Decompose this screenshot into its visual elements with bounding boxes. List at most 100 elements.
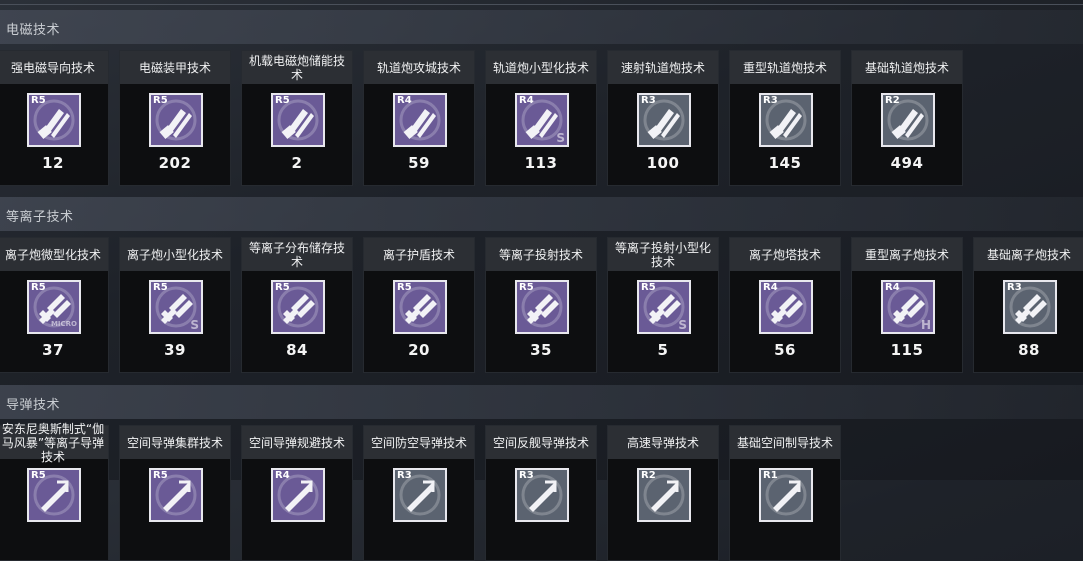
owned-count: 494 (890, 154, 924, 172)
size-class-badge: S (556, 131, 565, 145)
missile-icon: R3 (515, 468, 569, 522)
missile-icon: R3 (393, 468, 447, 522)
railgun-icon: R3 (759, 93, 813, 147)
plasma-cannon-icon: R5 (393, 280, 447, 334)
missile-icon: R2 (637, 468, 691, 522)
rarity-rank: R5 (519, 282, 534, 293)
rarity-rank: R4 (763, 282, 778, 293)
section-title: 电磁技术 (6, 23, 61, 38)
missile-icon: R5 (27, 468, 81, 522)
tech-card[interactable]: 基础轨道炮技术 R2 494 (851, 50, 963, 186)
owned-count: 12 (42, 154, 64, 172)
plasma-cannon-icon: R3 (1003, 280, 1057, 334)
plasma-cannon-icon: R4 H (881, 280, 935, 334)
rarity-rank: R5 (275, 282, 290, 293)
owned-count: 5 (657, 341, 669, 359)
plasma-cannon-icon: R5 MICRO (27, 280, 81, 334)
tech-card[interactable]: 轨道炮小型化技术 R4 S 113 (485, 50, 597, 186)
railgun-icon: R4 S (515, 93, 569, 147)
tech-card[interactable]: 离子护盾技术 R5 20 (363, 237, 475, 373)
tech-card[interactable]: 速射轨道炮技术 R3 100 (607, 50, 719, 186)
rarity-rank: R5 (641, 282, 656, 293)
tech-card[interactable]: 等离子分布储存技术 R5 84 (241, 237, 353, 373)
tech-card[interactable]: 基础空间制导技术 R1 (729, 425, 841, 561)
owned-count: 20 (408, 341, 430, 359)
plasma-cannon-icon: R5 (271, 280, 325, 334)
tech-card[interactable]: 等离子投射小型化技术 R5 S 5 (607, 237, 719, 373)
owned-count: 100 (646, 154, 680, 172)
tech-name: 空间导弹规避技术 (242, 426, 352, 459)
plasma-cannon-icon: R4 (759, 280, 813, 334)
owned-count: 202 (158, 154, 192, 172)
section-header: 电磁技术 (0, 10, 1083, 44)
tech-name: 安东尼奥斯制式“伽马风暴”等离子导弹技术 (0, 422, 108, 464)
tech-name: 高速导弹技术 (608, 426, 718, 459)
owned-count: 56 (774, 341, 796, 359)
tech-card[interactable]: 离子炮塔技术 R4 56 (729, 237, 841, 373)
tech-name: 机载电磁炮储能技术 (242, 51, 352, 84)
tech-card[interactable]: 空间导弹集群技术 R5 (119, 425, 231, 561)
section-title: 导弹技术 (6, 398, 61, 413)
tech-name: 离子炮塔技术 (730, 238, 840, 271)
tech-card[interactable]: 高速导弹技术 R2 (607, 425, 719, 561)
tech-card[interactable]: 电磁装甲技术 R5 202 (119, 50, 231, 186)
railgun-icon: R5 (149, 93, 203, 147)
tech-name: 基础离子炮技术 (974, 238, 1083, 271)
tech-card[interactable]: 重型轨道炮技术 R3 145 (729, 50, 841, 186)
tech-name: 基础轨道炮技术 (852, 51, 962, 84)
tech-card[interactable]: 离子炮小型化技术 R5 S 39 (119, 237, 231, 373)
tech-card[interactable]: 安东尼奥斯制式“伽马风暴”等离子导弹技术 R5 (0, 422, 109, 561)
owned-count: 88 (1018, 341, 1040, 359)
tech-name: 空间防空导弹技术 (364, 426, 474, 459)
tech-name: 空间反舰导弹技术 (486, 426, 596, 459)
missile-icon: R1 (759, 468, 813, 522)
rarity-rank: R5 (397, 282, 412, 293)
tech-card[interactable]: 基础离子炮技术 R3 88 (973, 237, 1083, 373)
section-title: 等离子技术 (6, 210, 74, 225)
tech-name: 基础空间制导技术 (730, 426, 840, 459)
rarity-rank: R3 (1007, 282, 1022, 293)
railgun-icon: R2 (881, 93, 935, 147)
tech-card[interactable]: 空间导弹规避技术 R4 (241, 425, 353, 561)
tech-name: 离子护盾技术 (364, 238, 474, 271)
owned-count: 37 (42, 341, 64, 359)
section-header: 等离子技术 (0, 197, 1083, 231)
tech-card[interactable]: 空间反舰导弹技术 R3 (485, 425, 597, 561)
owned-count: 84 (286, 341, 308, 359)
tech-name: 等离子分布储存技术 (242, 238, 352, 271)
size-class-badge: S (678, 318, 687, 332)
rarity-rank: R2 (885, 95, 900, 106)
owned-count: 2 (291, 154, 303, 172)
tech-card[interactable]: 离子炮微型化技术 R5 MICRO 37 (0, 237, 109, 373)
railgun-icon: R3 (637, 93, 691, 147)
tech-name: 重型轨道炮技术 (730, 51, 840, 84)
owned-count: 113 (524, 154, 558, 172)
rarity-rank: R5 (153, 282, 168, 293)
plasma-cannon-icon: R5 (515, 280, 569, 334)
railgun-icon: R5 (27, 93, 81, 147)
owned-count: 35 (530, 341, 552, 359)
tech-card[interactable]: 等离子投射技术 R5 35 (485, 237, 597, 373)
rarity-rank: R5 (275, 95, 290, 106)
owned-count: 59 (408, 154, 430, 172)
railgun-icon: R5 (271, 93, 325, 147)
section-header: 导弹技术 (0, 385, 1083, 419)
tech-name: 轨道炮小型化技术 (486, 51, 596, 84)
tech-name: 空间导弹集群技术 (120, 426, 230, 459)
tech-card[interactable]: 机载电磁炮储能技术 R5 2 (241, 50, 353, 186)
size-class-badge: S (190, 318, 199, 332)
owned-count: 115 (890, 341, 924, 359)
size-class-badge: MICRO (50, 320, 77, 328)
owned-count: 39 (164, 341, 186, 359)
plasma-cannon-icon: R5 S (149, 280, 203, 334)
tech-card[interactable]: 空间防空导弹技术 R3 (363, 425, 475, 561)
tech-card[interactable]: 轨道炮攻城技术 R4 59 (363, 50, 475, 186)
rarity-rank: R4 (885, 282, 900, 293)
tech-card[interactable]: 强电磁导向技术 R5 12 (0, 50, 109, 186)
tech-name: 电磁装甲技术 (120, 51, 230, 84)
rarity-rank: R5 (31, 282, 46, 293)
tech-card[interactable]: 重型离子炮技术 R4 H 115 (851, 237, 963, 373)
size-class-badge: H (920, 318, 931, 332)
tech-name: 重型离子炮技术 (852, 238, 962, 271)
tech-name: 离子炮微型化技术 (0, 238, 108, 271)
